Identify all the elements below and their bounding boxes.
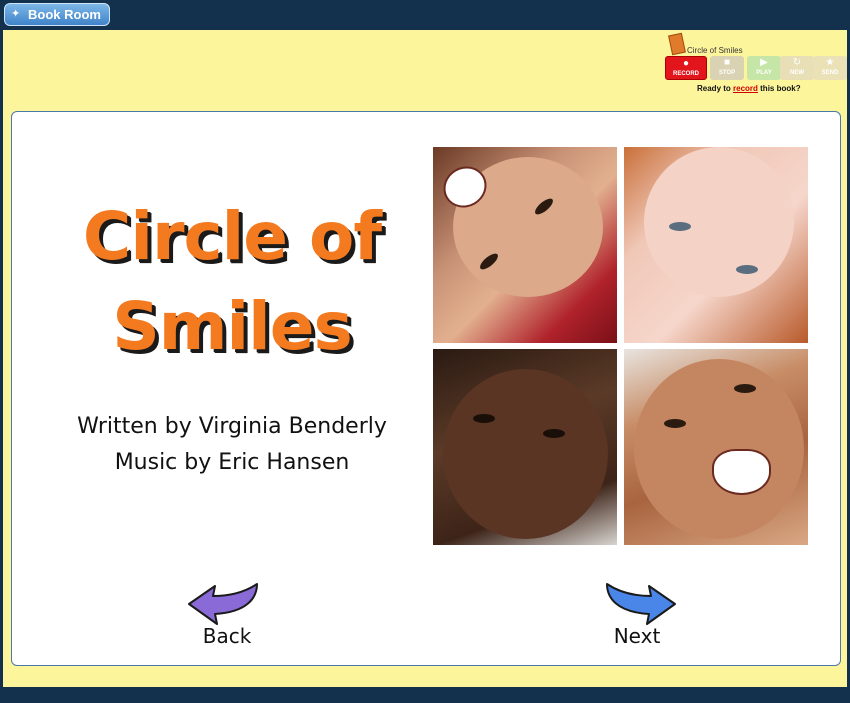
new-button[interactable]: ↻ NEW (780, 56, 814, 80)
mouth-shape (712, 449, 771, 495)
record-dot-icon: ● (682, 58, 690, 69)
next-arrow-icon (606, 583, 676, 625)
star-icon: ★ (825, 57, 835, 68)
next-button[interactable]: Next (587, 582, 687, 652)
status-prefix: Ready to (697, 84, 734, 93)
face-shape (644, 147, 794, 297)
eye-shape (736, 265, 758, 274)
book-page: Circle of Smiles Written by Virginia Ben… (11, 111, 841, 666)
record-button[interactable]: ● RECORD (665, 56, 707, 80)
title-line-1: Circle of (82, 198, 382, 275)
title-line-2: Smiles (112, 288, 353, 365)
stop-square-icon: ■ (723, 57, 731, 68)
reader-frame: Circle of Smiles ● RECORD ■ STOP ▶ PLAY … (3, 30, 847, 687)
back-label: Back (202, 624, 252, 648)
recorder-status: Ready to record this book? (697, 84, 801, 93)
send-label: SEND (821, 70, 839, 76)
book-icon (668, 32, 686, 56)
play-button[interactable]: ▶ PLAY (747, 56, 781, 80)
eye-shape (734, 384, 756, 393)
book-title: Circle of Smiles (32, 192, 432, 372)
eye-shape (473, 414, 495, 423)
record-label: RECORD (672, 71, 699, 77)
music-credit: Music by Eric Hansen (114, 450, 350, 475)
play-triangle-icon: ▶ (760, 57, 768, 68)
recorder-panel: Circle of Smiles ● RECORD ■ STOP ▶ PLAY … (663, 32, 847, 104)
back-button[interactable]: Back (177, 582, 277, 652)
child-photo-3 (433, 349, 617, 545)
book-room-button[interactable]: ✦ Book Room (4, 3, 110, 26)
face-shape (634, 359, 804, 539)
face-shape (443, 369, 608, 539)
child-photo-1 (433, 147, 617, 343)
back-arrow-icon (188, 583, 258, 625)
child-photo-4 (624, 349, 808, 545)
author-credit: Written by Virginia Benderly (77, 414, 387, 439)
sparkle-icon: ✦ (11, 7, 21, 20)
status-suffix: this book? (757, 84, 801, 93)
record-link[interactable]: record (733, 84, 758, 93)
stop-button[interactable]: ■ STOP (710, 56, 744, 80)
refresh-icon: ↻ (792, 57, 802, 68)
stop-label: STOP (718, 70, 736, 76)
next-label: Next (613, 624, 661, 648)
eye-shape (669, 222, 691, 231)
recorder-book-title: Circle of Smiles (687, 46, 743, 55)
new-label: NEW (790, 70, 804, 76)
send-button[interactable]: ★ SEND (813, 56, 847, 80)
child-photo-2 (624, 147, 808, 343)
play-label: PLAY (756, 70, 772, 76)
eye-shape (543, 429, 565, 438)
top-bar: ✦ Book Room (0, 0, 850, 30)
eye-shape (664, 419, 686, 428)
book-room-label: Book Room (28, 7, 101, 22)
